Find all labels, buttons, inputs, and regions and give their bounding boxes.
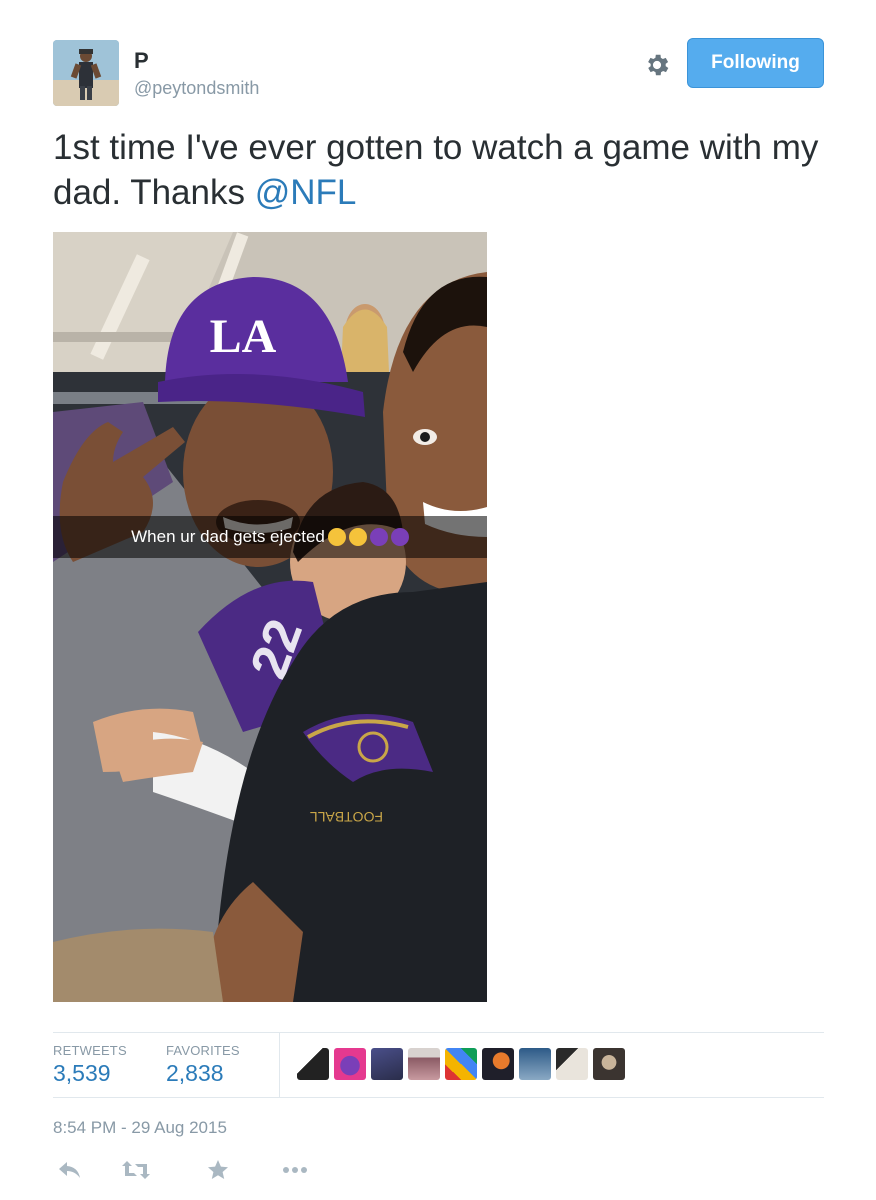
snapchat-caption: When ur dad gets ejected [131, 527, 325, 546]
favoriters-avatars [297, 1048, 625, 1080]
following-button[interactable]: Following [687, 38, 824, 88]
favoriter-avatar[interactable] [334, 1048, 366, 1080]
laughing-emoji-icon [327, 528, 346, 546]
user-handle[interactable]: @peytondsmith [134, 78, 259, 99]
stats-divider-top [53, 1032, 824, 1033]
favoriter-avatar[interactable] [482, 1048, 514, 1080]
favoriter-avatar[interactable] [445, 1048, 477, 1080]
hat-logo: LA [210, 310, 277, 363]
user-avatar[interactable] [53, 40, 119, 106]
favoriter-avatar[interactable] [593, 1048, 625, 1080]
avatar-image [53, 40, 119, 106]
tweet-text: 1st time I've ever gotten to watch a gam… [53, 125, 833, 215]
retweets-label: RETWEETS [53, 1043, 127, 1058]
selfie-image: LA 22 FOOTBALL [53, 232, 487, 1002]
devil-emoji-icon [369, 528, 388, 546]
jersey-text: FOOTBALL [310, 809, 383, 825]
user-display-name[interactable]: P [134, 48, 149, 74]
tweet-photo[interactable]: LA 22 FOOTBALL When ur dad gets ejected [53, 232, 487, 1002]
favoriter-avatar[interactable] [519, 1048, 551, 1080]
favorites-label: FAVORITES [166, 1043, 240, 1058]
favorite-icon[interactable] [201, 1155, 235, 1185]
tweet-text-body: 1st time I've ever gotten to watch a gam… [53, 128, 819, 212]
retweets-count[interactable]: 3,539 [53, 1060, 111, 1087]
stats-divider-vertical [279, 1032, 280, 1097]
gear-icon[interactable] [640, 48, 674, 82]
favoriter-avatar[interactable] [297, 1048, 329, 1080]
favorites-count[interactable]: 2,838 [166, 1060, 224, 1087]
stats-divider-bottom [53, 1097, 824, 1098]
devil-emoji-icon [390, 528, 409, 546]
retweet-icon[interactable] [119, 1155, 153, 1185]
favoriter-avatar[interactable] [408, 1048, 440, 1080]
tweet-timestamp[interactable]: 8:54 PM - 29 Aug 2015 [53, 1118, 227, 1138]
snapchat-caption-bar: When ur dad gets ejected [53, 516, 487, 558]
more-icon[interactable] [278, 1155, 312, 1185]
favoriter-avatar[interactable] [556, 1048, 588, 1080]
laughing-emoji-icon [348, 528, 367, 546]
mention-link[interactable]: @NFL [255, 173, 357, 212]
favoriter-avatar[interactable] [371, 1048, 403, 1080]
tweet-actions [53, 1155, 353, 1185]
reply-icon[interactable] [53, 1155, 87, 1185]
